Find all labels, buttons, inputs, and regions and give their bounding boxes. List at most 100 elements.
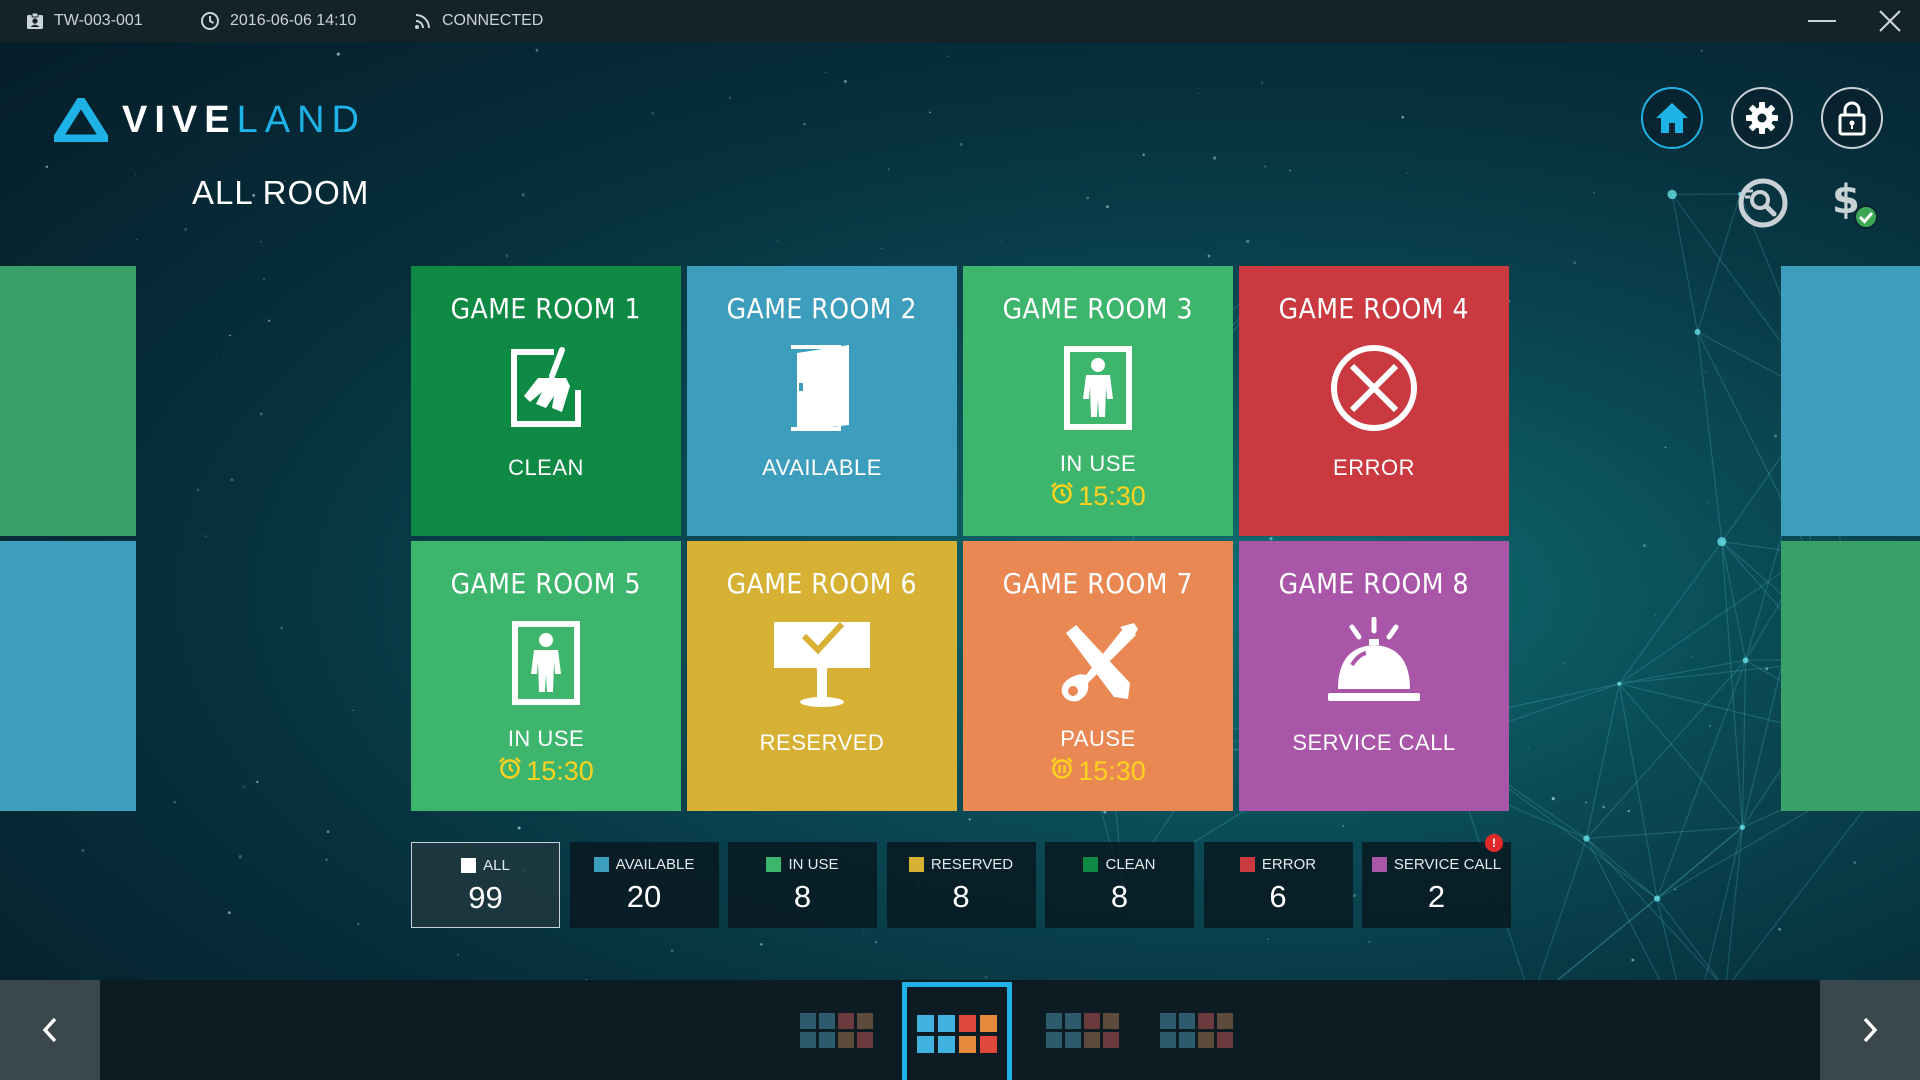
page-thumbnail-cell (1045, 1031, 1062, 1048)
room-timer-value: 15:30 (1078, 756, 1146, 786)
room-tile-2[interactable]: GAME ROOM 2 AVAILABLE (687, 266, 957, 536)
logo-text-vive: VIVE (122, 98, 237, 141)
clock-icon (201, 12, 219, 30)
previous-page-button[interactable] (0, 980, 100, 1080)
page-thumbnail-cell (1083, 1031, 1100, 1048)
page-thumbnail-cell (980, 1014, 997, 1032)
room-status: AVAILABLE (762, 455, 882, 480)
filter-count: 99 (468, 880, 503, 915)
filter-label: AVAILABLE (593, 856, 694, 873)
room-name: GAME ROOM 3 (1002, 292, 1194, 325)
connection-status: CONNECTED (414, 0, 543, 42)
close-button[interactable] (1860, 0, 1920, 42)
room-tile-3[interactable]: GAME ROOM 3 IN USE 15:30 (963, 266, 1233, 536)
payment-status-button[interactable]: $ (1822, 173, 1882, 233)
search-room-button[interactable] (1733, 173, 1793, 233)
page-thumbnail-cell (799, 1031, 816, 1048)
room-name: GAME ROOM 5 (450, 567, 642, 600)
error-icon (1329, 343, 1419, 433)
room-name: GAME ROOM 6 (726, 567, 918, 600)
filter-count: 2 (1427, 879, 1446, 914)
page-thumbnail-cell (818, 1012, 835, 1029)
filter-all[interactable]: ALL 99 (411, 842, 560, 928)
next-page-button[interactable] (1820, 980, 1920, 1080)
room-tile-4[interactable]: GAME ROOM 4 ERROR (1239, 266, 1509, 536)
prev-page-room-tile[interactable] (0, 266, 136, 536)
filter-label-text: RESERVED (930, 856, 1014, 873)
filter-label: CLEAN (1083, 856, 1156, 873)
room-status: RESERVED (759, 730, 885, 755)
page-title: ALL ROOM (192, 174, 370, 211)
page-thumbnail-cell (1102, 1012, 1119, 1029)
home-button[interactable] (1641, 87, 1703, 149)
room-tile-5[interactable]: GAME ROOM 5 IN USE 15:30 (411, 541, 681, 811)
minimize-icon (1808, 20, 1836, 22)
page-thumbnail-cell (1064, 1012, 1081, 1029)
filter-service-call[interactable]: SERVICE CALL 2! (1362, 834, 1511, 928)
filter-available[interactable]: AVAILABLE 20 (569, 842, 719, 928)
filter-in-use[interactable]: IN USE 8 (728, 842, 877, 928)
page-thumbnail-cell (1159, 1012, 1176, 1029)
page-thumbnail-cell (1102, 1031, 1119, 1048)
settings-button[interactable] (1731, 87, 1793, 149)
status-color-swatch (461, 858, 477, 873)
page-thumbnail-cell (938, 1035, 955, 1053)
room-status: PAUSE (1060, 726, 1136, 751)
alarm-clock-icon (498, 756, 526, 787)
filter-label: ALL (461, 857, 510, 874)
alert-badge: ! (1485, 834, 1503, 852)
page-thumbnail-cell (1045, 1012, 1062, 1029)
page-thumbnail-cell (917, 1035, 934, 1053)
lock-button[interactable] (1821, 87, 1883, 149)
room-status: IN USE (507, 726, 585, 751)
page-thumbnail-cell (799, 1012, 816, 1029)
next-page-room-tile[interactable] (1781, 266, 1920, 536)
logo-text: VIVELAND (122, 99, 366, 142)
device-id-text: TW-003-001 (54, 12, 143, 29)
filter-label: IN USE (766, 856, 839, 873)
logo-text-land: LAND (236, 98, 366, 141)
id-badge-icon (27, 12, 43, 29)
room-name: GAME ROOM 2 (726, 292, 918, 325)
room-name: GAME ROOM 7 (1002, 567, 1194, 600)
room-name: GAME ROOM 1 (450, 292, 642, 325)
page-thumbnail-3[interactable] (1042, 1000, 1122, 1060)
page-thumbnail-cell (856, 1012, 873, 1029)
next-page-room-tile[interactable] (1781, 541, 1920, 811)
filter-label-text: SERVICE CALL (1393, 856, 1502, 873)
person-icon (511, 618, 581, 708)
filter-count: 6 (1269, 879, 1287, 914)
page-thumbnail-4[interactable] (1156, 1000, 1236, 1060)
gear-icon (1746, 102, 1778, 134)
page-thumbnail-cell (959, 1014, 976, 1032)
room-tile-8[interactable]: GAME ROOM 8 SERVICE CALL (1239, 541, 1509, 811)
datetime: 2016-06-06 14:10 (200, 0, 356, 42)
reserved-sign-icon (772, 618, 872, 708)
page-thumbnail-cell (1064, 1031, 1081, 1048)
page-thumbnail-cell (1178, 1031, 1195, 1048)
datetime-text: 2016-06-06 14:10 (230, 12, 357, 29)
page-thumbnail-cell (1216, 1031, 1233, 1048)
filter-count: 20 (626, 879, 662, 914)
prev-page-room-tile[interactable] (0, 541, 136, 811)
page-thumbnail-cell (1216, 1012, 1233, 1029)
filter-error[interactable]: ERROR 6 (1203, 842, 1353, 928)
page-thumbnail-cell (959, 1035, 976, 1053)
page-thumbnail-2[interactable] (902, 982, 1012, 1080)
filter-count: 8 (952, 879, 970, 914)
page-thumbnail-cell (917, 1014, 934, 1032)
room-tile-1[interactable]: GAME ROOM 1 CLEAN (411, 266, 681, 536)
status-color-swatch (593, 857, 609, 872)
minimize-button[interactable] (1792, 0, 1852, 42)
room-tile-6[interactable]: GAME ROOM 6 RESERVED (687, 541, 957, 811)
page-thumbnail-cell (1178, 1012, 1195, 1029)
filter-reserved[interactable]: RESERVED 8 (886, 842, 1036, 928)
room-status: SERVICE CALL (1292, 730, 1456, 755)
filter-clean[interactable]: CLEAN 8 (1045, 842, 1194, 928)
alarm-clock-icon (1050, 481, 1078, 512)
page-thumbnail-1[interactable] (796, 1000, 876, 1060)
viveland-logo: VIVELAND (54, 98, 366, 142)
filter-label: RESERVED (908, 856, 1014, 873)
tools-icon (1056, 618, 1140, 708)
room-tile-7[interactable]: GAME ROOM 7 PAUSE 15:30 (963, 541, 1233, 811)
